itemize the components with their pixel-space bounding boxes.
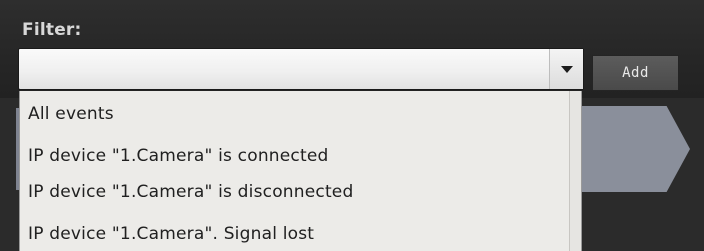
- list-item[interactable]: All events: [28, 104, 114, 124]
- list-item[interactable]: IP device "1.Camera" is connected: [28, 146, 329, 166]
- dropdown-scrollbar[interactable]: [569, 91, 581, 251]
- filter-input[interactable]: [19, 49, 549, 89]
- filter-combobox[interactable]: [18, 48, 584, 90]
- list-item[interactable]: IP device "1.Camera" is disconnected: [28, 182, 353, 202]
- filter-dropdown-list: All events IP device "1.Camera" is conne…: [19, 91, 582, 251]
- dropdown-toggle-button[interactable]: [549, 49, 583, 89]
- list-item[interactable]: IP device "1.Camera". Signal lost: [28, 224, 314, 244]
- filter-label: Filter:: [22, 20, 82, 40]
- chevron-down-icon: [560, 65, 573, 73]
- add-button[interactable]: Add: [592, 55, 679, 91]
